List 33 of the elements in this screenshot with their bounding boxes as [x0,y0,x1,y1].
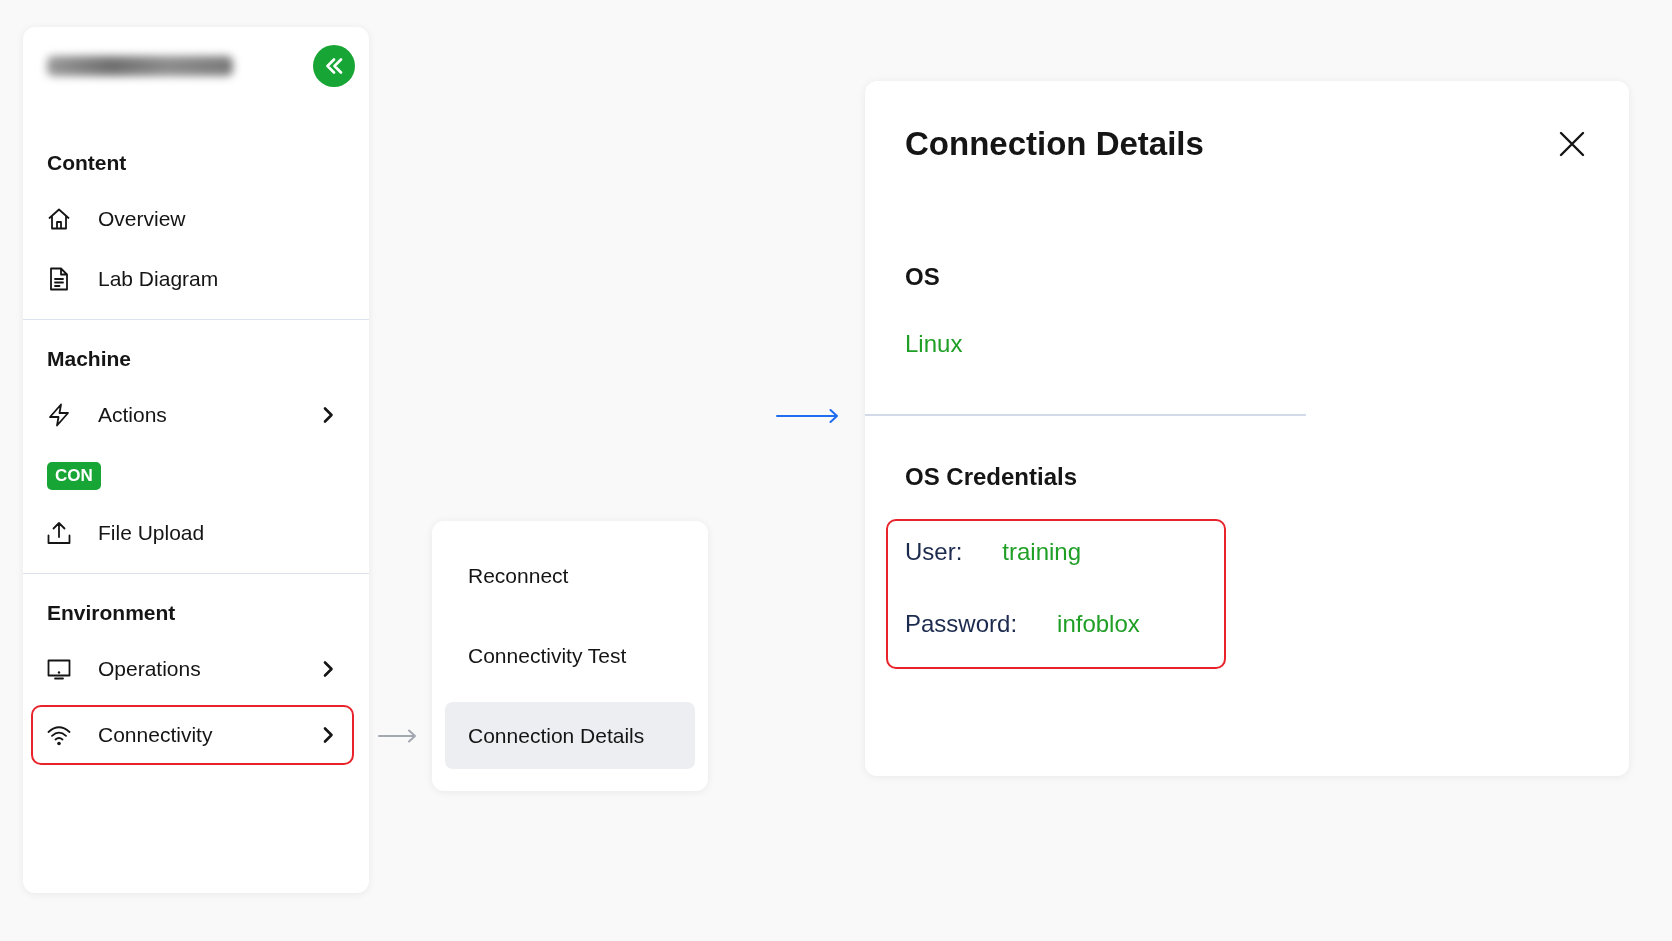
section-heading: OS [905,262,941,292]
section-heading: OS Credentials [905,462,1079,492]
menu-item[interactable]: Connectivity Test [445,622,695,689]
menu-item[interactable]: Connection Details [445,702,695,769]
nav-item[interactable]: Connectivity [31,705,354,765]
menu-item[interactable]: Reconnect [445,542,695,609]
double-chevron-icon [325,58,343,74]
wifi-icon [47,723,71,747]
section-heading: Environment [47,600,177,626]
close-button[interactable] [1559,131,1585,157]
nav-item[interactable]: Lab Diagram [47,249,355,309]
upload-icon [47,521,71,545]
arrow-icon [378,729,417,743]
document-icon [47,267,71,291]
section-heading: Content [47,150,128,176]
close-icon [1559,131,1585,157]
panel-title: Connection Details [905,124,1204,164]
nav-item[interactable]: Overview [47,189,355,249]
section-heading: Machine [47,346,133,372]
arrow-icon [776,409,839,423]
nav-item[interactable]: Operations [47,639,355,699]
collapse-button[interactable] [313,45,355,87]
lightning-icon [47,403,71,427]
field-label: Password: [905,609,1018,639]
home-icon [47,207,71,231]
field-label: User: [905,537,963,567]
field-value: Linux [905,329,964,359]
monitor-icon [47,657,71,681]
field-value: infoblox [1057,609,1140,639]
nav-item[interactable]: File Upload [47,503,355,563]
nav-item[interactable]: Actions [47,385,355,445]
field-value: training [1002,537,1082,567]
status-badge: CON [47,462,101,490]
